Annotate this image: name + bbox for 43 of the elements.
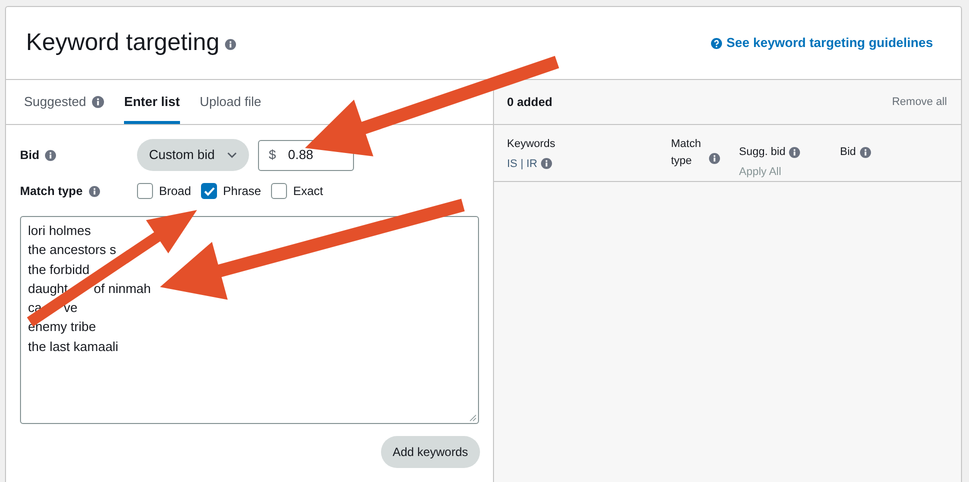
checkbox-label: Exact	[293, 183, 324, 200]
guidelines-link[interactable]: See keyword targeting guidelines	[711, 33, 941, 53]
info-icon[interactable]	[541, 158, 552, 170]
tab[interactable]: Suggested	[24, 80, 104, 124]
keyword-text: enemy tribe	[28, 318, 96, 336]
column-header: Bid	[840, 145, 856, 160]
keyword-text: daught	[28, 280, 68, 298]
keyword-text: the last kamaali	[28, 338, 118, 356]
checkbox[interactable]	[137, 183, 153, 199]
info-icon[interactable]	[45, 150, 56, 160]
info-icon[interactable]	[88, 186, 100, 196]
keyword-text: the ancestors s	[28, 241, 116, 260]
add-keywords-button[interactable]: Add keywords	[380, 436, 480, 468]
keyword-text: the forbidd	[28, 260, 90, 279]
column-header: Keywords	[507, 137, 556, 152]
tab[interactable]: Enter list	[124, 80, 180, 124]
resize-handle-icon[interactable]	[469, 414, 477, 422]
info-icon[interactable]	[709, 153, 720, 164]
info-icon[interactable]	[225, 39, 236, 50]
metric-links[interactable]: IS | IR	[507, 156, 538, 172]
bid-value: 0.88	[288, 146, 314, 164]
checkbox[interactable]	[201, 183, 218, 199]
tab[interactable]: Upload file	[200, 80, 262, 124]
bid-label: Bid	[20, 147, 40, 164]
remove-all-link[interactable]: Remove all	[892, 94, 948, 110]
keyword-text: lori holmes	[28, 222, 91, 240]
keyword-text: of ninmah	[94, 280, 151, 298]
bid-type-dropdown[interactable]: Custom bid	[137, 139, 249, 171]
info-icon[interactable]	[860, 146, 871, 158]
checkbox-label: Phrase	[223, 183, 262, 200]
chevron-down-icon	[226, 152, 237, 158]
added-count: 0 added	[507, 94, 552, 111]
checkbox-label: Broad	[159, 183, 192, 200]
column-header: Match type	[671, 137, 702, 169]
currency-symbol: $	[268, 146, 276, 164]
match-type-label: Match type	[20, 183, 83, 200]
column-header: Sugg. bid	[739, 145, 786, 160]
page-title: Keyword targeting	[26, 28, 220, 58]
checkbox[interactable]	[271, 183, 288, 199]
info-icon[interactable]	[92, 96, 104, 108]
help-icon	[711, 38, 722, 48]
keyword-text: ve	[64, 299, 78, 318]
info-icon[interactable]	[789, 146, 800, 158]
